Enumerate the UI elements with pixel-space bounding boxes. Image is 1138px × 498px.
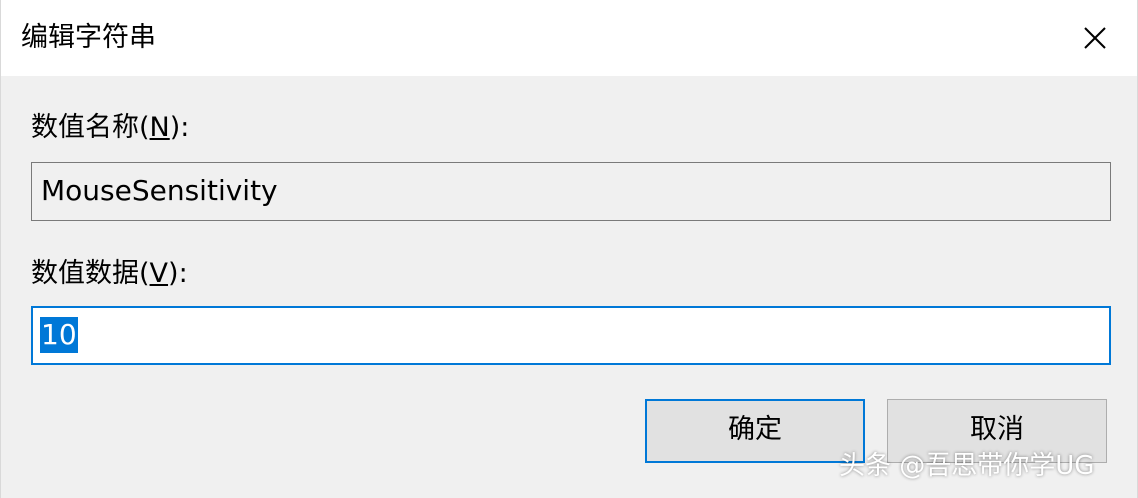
value-data-selected-text: 10 [40, 317, 78, 353]
value-name-label-prefix: 数值名称( [31, 112, 150, 143]
value-name-label-suffix: ): [169, 112, 190, 143]
title-bar[interactable]: 编辑字符串 [1, 0, 1137, 76]
value-data-accelerator: V [149, 258, 169, 289]
value-data-label-suffix: ): [168, 258, 188, 289]
value-name-label: 数值名称(N): [31, 111, 189, 145]
value-data-label-prefix: 数值数据( [31, 258, 150, 289]
value-name-field[interactable]: MouseSensitivity [31, 162, 1111, 221]
value-name-accelerator: N [149, 112, 170, 143]
close-button[interactable] [1073, 16, 1117, 60]
close-icon [1084, 27, 1106, 49]
ok-button[interactable]: 确定 [645, 399, 865, 463]
value-data-field[interactable]: 10 [31, 306, 1111, 365]
dialog-title: 编辑字符串 [21, 22, 156, 53]
value-name-text: MouseSensitivity [41, 174, 278, 207]
watermark-text: 头条 @吾思带你学UG [839, 451, 1095, 481]
value-data-label: 数值数据(V): [31, 257, 188, 291]
edit-string-dialog: 编辑字符串 数值名称(N): MouseSensitivity 数值数据(V):… [0, 0, 1138, 498]
